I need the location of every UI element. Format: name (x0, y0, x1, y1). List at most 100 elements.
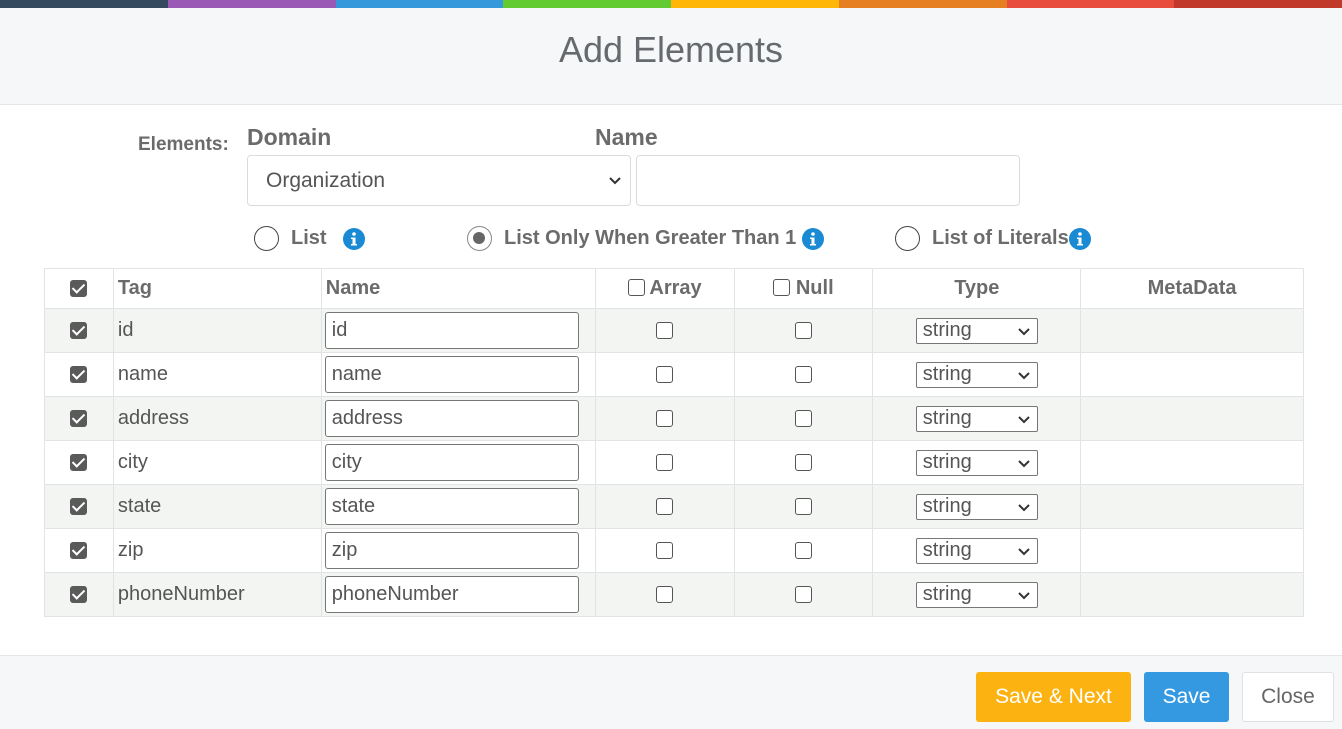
type-select[interactable]: string (915, 449, 1038, 476)
metadata-cell (1080, 528, 1304, 573)
type-select-value: string (922, 539, 972, 561)
type-select[interactable]: string (915, 361, 1038, 388)
element-name-input[interactable]: name (324, 356, 579, 393)
type-select-value: string (922, 495, 972, 517)
select-cell (44, 528, 114, 573)
row-select-checkbox[interactable] (70, 454, 88, 472)
array-cell (594, 396, 735, 441)
radio-list-greater-than-one[interactable]: List Only When Greater Than 1 (467, 226, 825, 251)
chevron-down-icon (1018, 459, 1030, 467)
null-checkbox[interactable] (794, 366, 812, 384)
type-cell: string (872, 352, 1082, 397)
array-checkbox[interactable] (656, 322, 674, 340)
name-cell: city (320, 440, 596, 485)
stripe-segment (0, 0, 168, 8)
save-button[interactable]: Save (1144, 672, 1229, 722)
array-all-checkbox[interactable] (627, 279, 645, 296)
null-cell (733, 308, 874, 353)
array-cell (594, 352, 735, 397)
radio-circle[interactable] (895, 226, 920, 251)
type-select[interactable]: string (915, 317, 1038, 344)
stripe-segment (167, 0, 336, 8)
element-name-input[interactable]: state (324, 488, 579, 525)
col-header-array-label: Array (649, 277, 702, 299)
array-checkbox[interactable] (656, 498, 674, 516)
row-select-checkbox[interactable] (70, 410, 88, 428)
close-button[interactable]: Close (1242, 672, 1334, 722)
null-checkbox[interactable] (794, 410, 812, 428)
select-cell (44, 308, 114, 353)
type-cell: string (872, 484, 1082, 529)
elements-label: Elements: (138, 134, 229, 155)
info-icon[interactable] (802, 227, 825, 250)
type-cell: string (872, 440, 1082, 485)
element-name-input[interactable]: zip (324, 532, 579, 569)
name-cell: zip (320, 528, 596, 573)
null-checkbox[interactable] (794, 498, 812, 516)
tag-cell: name (112, 352, 322, 397)
type-select[interactable]: string (915, 537, 1038, 564)
type-select[interactable]: string (915, 405, 1038, 432)
radio-literals-label: List of Literals (932, 227, 1069, 249)
metadata-cell (1080, 572, 1304, 617)
array-cell (594, 308, 735, 353)
select-all-checkbox[interactable] (70, 280, 88, 298)
row-select-checkbox[interactable] (70, 366, 88, 384)
array-checkbox[interactable] (656, 454, 674, 472)
metadata-cell (1080, 308, 1304, 353)
array-cell (594, 440, 735, 485)
type-select[interactable]: string (915, 493, 1038, 520)
element-name-input[interactable]: city (324, 444, 579, 481)
table-row: address address string (44, 396, 1304, 441)
col-header-type: Type (872, 268, 1082, 309)
array-checkbox[interactable] (656, 410, 674, 428)
array-cell (594, 484, 735, 529)
name-cell: address (320, 396, 596, 441)
type-select-value: string (922, 363, 972, 385)
col-header-tag: Tag (112, 268, 322, 309)
element-name-input[interactable]: address (324, 400, 579, 437)
chevron-down-icon (609, 177, 621, 185)
row-select-checkbox[interactable] (70, 498, 88, 516)
elements-form: Elements: Domain Name Organization (0, 120, 1342, 210)
name-input[interactable] (636, 155, 1020, 206)
table-row: zip zip string (44, 528, 1304, 573)
type-cell: string (872, 308, 1082, 353)
dialog-footer: Save & Next Save Close (0, 655, 1342, 729)
null-checkbox[interactable] (794, 542, 812, 560)
null-checkbox[interactable] (794, 586, 812, 604)
radio-list-greater-label: List Only When Greater Than 1 (504, 227, 797, 249)
select-cell (44, 572, 114, 617)
null-all-checkbox[interactable] (773, 279, 791, 296)
array-checkbox[interactable] (656, 542, 674, 560)
radio-circle[interactable] (467, 226, 492, 251)
element-name-input[interactable]: id (324, 312, 579, 349)
metadata-cell (1080, 484, 1304, 529)
info-icon[interactable] (342, 227, 365, 250)
row-select-checkbox[interactable] (70, 322, 88, 340)
tag-cell: phoneNumber (112, 572, 322, 617)
array-checkbox[interactable] (656, 366, 674, 384)
elements-table: Tag Name Array Null Type MetaData id id st… (44, 268, 1304, 617)
color-stripe (0, 0, 1342, 8)
radio-list[interactable]: List (254, 226, 365, 251)
info-icon[interactable] (1068, 227, 1091, 250)
null-checkbox[interactable] (794, 454, 812, 472)
save-and-next-button[interactable]: Save & Next (976, 672, 1131, 722)
element-name-input[interactable]: phoneNumber (324, 576, 579, 613)
chevron-down-icon (1018, 371, 1030, 379)
array-checkbox[interactable] (656, 586, 674, 604)
type-cell: string (872, 528, 1082, 573)
radio-circle[interactable] (254, 226, 279, 251)
table-row: name name string (44, 352, 1304, 397)
radio-list-of-literals[interactable]: List of Literals (895, 226, 1091, 251)
domain-select[interactable]: Organization (247, 155, 631, 206)
type-select[interactable]: string (915, 581, 1038, 608)
row-select-checkbox[interactable] (70, 542, 88, 560)
type-select-value: string (922, 319, 972, 341)
name-cell: phoneNumber (320, 572, 596, 617)
table-header-row: Tag Name Array Null Type MetaData (44, 268, 1304, 309)
row-select-checkbox[interactable] (70, 586, 88, 604)
null-checkbox[interactable] (794, 322, 812, 340)
array-cell (594, 572, 735, 617)
